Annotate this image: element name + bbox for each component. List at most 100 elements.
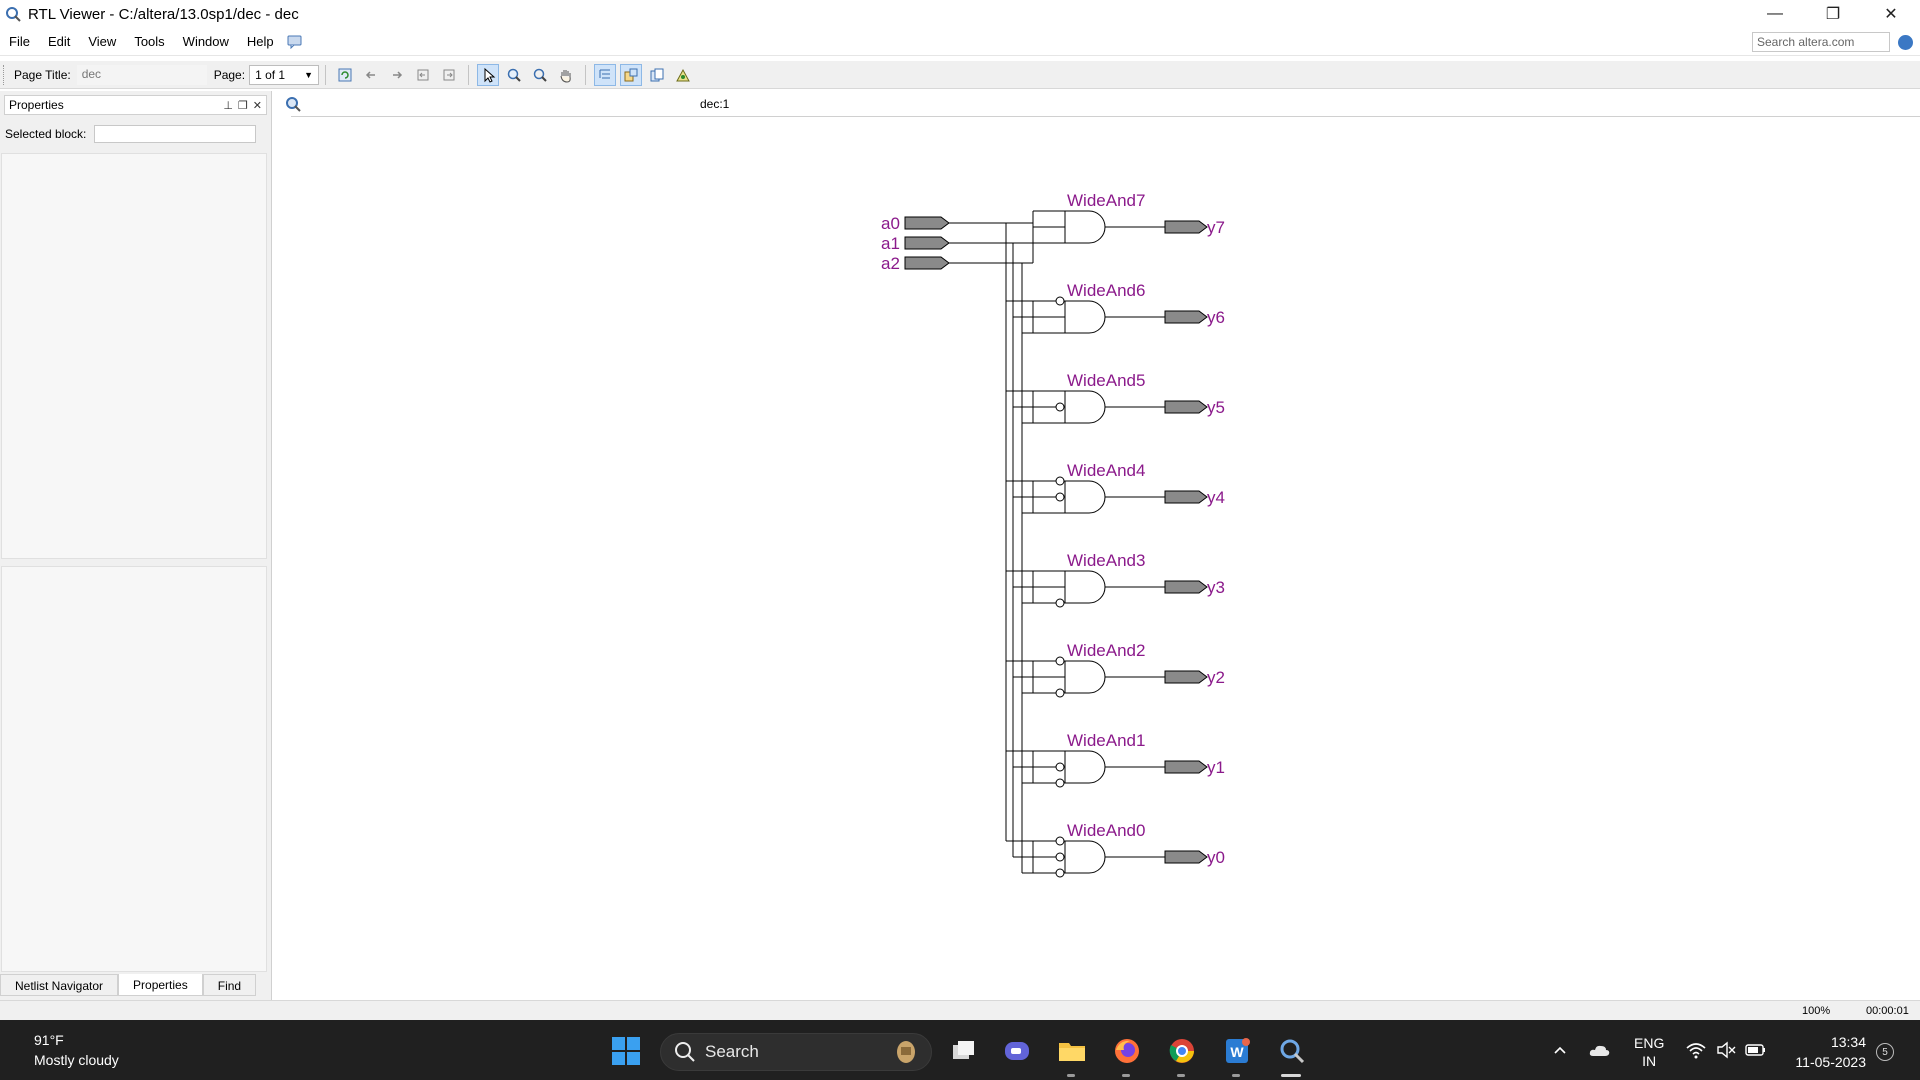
output-label-y1: y1	[1207, 758, 1225, 777]
quartus-icon	[1280, 1039, 1305, 1064]
word-icon: W	[1226, 1038, 1250, 1063]
and-gate-wideand3[interactable]	[1064, 570, 1106, 604]
close-button[interactable]: ✕	[1862, 0, 1920, 28]
wifi-icon[interactable]	[1685, 1040, 1707, 1060]
output-port-y5[interactable]	[1164, 400, 1208, 414]
window-title: RTL Viewer - C:/altera/13.0sp1/dec - dec	[28, 5, 299, 23]
and-gate-wideand5[interactable]	[1064, 390, 1106, 424]
menu-tools[interactable]: Tools	[125, 34, 173, 49]
selected-block-field[interactable]	[94, 125, 257, 143]
menu-view[interactable]: View	[79, 34, 125, 49]
clock[interactable]: 13:34 11-05-2023	[1780, 1032, 1866, 1072]
firefox-button[interactable]	[1110, 1034, 1144, 1068]
tab-properties[interactable]: Properties	[118, 974, 203, 996]
page-forward-button[interactable]	[438, 64, 460, 86]
quartus-button[interactable]	[1275, 1034, 1309, 1068]
input-port-a0[interactable]	[904, 216, 950, 230]
schematic-svg[interactable]: a0a1a2 WideAnd7 y7 WideAnd6 y6 WideAnd5 y5 Wide…	[273, 117, 1920, 1000]
selected-block-row: Selected block:	[5, 125, 271, 143]
file-explorer-button[interactable]	[1055, 1034, 1089, 1068]
page-select[interactable]: 1 of 1 ▼	[249, 64, 320, 85]
copy-button[interactable]	[646, 64, 668, 86]
globe-icon[interactable]	[1898, 35, 1913, 50]
output-port-y0[interactable]	[1164, 850, 1208, 864]
input-port-a2[interactable]	[904, 256, 950, 270]
list-tree-icon	[599, 69, 611, 78]
back-button[interactable]	[360, 64, 382, 86]
search-altera-input[interactable]: Search altera.com	[1752, 32, 1890, 52]
inverter-bubble	[1055, 836, 1065, 846]
volume-muted-icon[interactable]	[1715, 1040, 1737, 1060]
and-gate-wideand0[interactable]	[1064, 840, 1106, 874]
export-button[interactable]	[672, 64, 694, 86]
output-label-y3: y3	[1207, 578, 1225, 597]
output-port-y1[interactable]	[1164, 760, 1208, 774]
start-button[interactable]	[609, 1034, 643, 1068]
refresh-button[interactable]	[334, 64, 356, 86]
clock-date: 11-05-2023	[1795, 1054, 1866, 1070]
and-gate-wideand2[interactable]	[1064, 660, 1106, 694]
netlist-icon	[624, 68, 638, 81]
teams-chat-button[interactable]	[1000, 1034, 1034, 1068]
hierarchy-list-button[interactable]	[594, 63, 617, 86]
feedback-icon[interactable]	[287, 35, 303, 49]
netlist-view-button[interactable]	[620, 63, 643, 86]
menu-edit[interactable]: Edit	[39, 34, 79, 49]
gate-label-wideand1: WideAnd1	[1067, 731, 1145, 750]
minimize-button[interactable]: —	[1746, 0, 1804, 28]
and-gate-wideand4[interactable]	[1064, 480, 1106, 514]
word-button[interactable]: W	[1220, 1034, 1254, 1068]
onedrive-cloud-icon[interactable]	[1588, 1040, 1612, 1060]
zoom-fit-icon	[533, 68, 547, 82]
language-indicator[interactable]: ENG IN	[1634, 1034, 1664, 1070]
weather-condition: Mostly cloudy	[34, 1052, 119, 1068]
output-port-y2[interactable]	[1164, 670, 1208, 684]
gate-label-wideand6: WideAnd6	[1067, 281, 1145, 300]
notification-badge[interactable]: 5	[1876, 1043, 1894, 1061]
selection-tool-button[interactable]	[477, 63, 500, 86]
toolbar-grip[interactable]	[3, 64, 7, 85]
task-view-button[interactable]	[946, 1034, 980, 1068]
gate-label-wideand4: WideAnd4	[1067, 461, 1145, 480]
chevron-up-icon[interactable]	[1552, 1042, 1568, 1058]
language-region: IN	[1642, 1053, 1657, 1069]
inverter-bubble	[1055, 656, 1065, 666]
schematic-canvas[interactable]: a0 a1 a2 WideAnd7 y7 WideAnd6 y6 WideAnd5 y5 Wide…	[273, 117, 1920, 1000]
float-icon[interactable]: ❐	[238, 99, 248, 112]
zoom-tool-button[interactable]	[503, 64, 525, 86]
close-panel-icon[interactable]: ✕	[253, 99, 262, 112]
tab-netlist-navigator[interactable]: Netlist Navigator	[0, 974, 119, 996]
chat-icon	[1005, 1042, 1029, 1060]
fit-to-window-button[interactable]	[529, 64, 551, 86]
and-gate-wideand7[interactable]	[1064, 210, 1106, 244]
hand-tool-button[interactable]	[555, 64, 577, 86]
forward-button[interactable]	[386, 64, 408, 86]
output-port-y7[interactable]	[1164, 220, 1208, 234]
menu-file[interactable]: File	[0, 34, 39, 49]
language-code: ENG	[1634, 1035, 1665, 1051]
and-gate-wideand1[interactable]	[1064, 750, 1106, 784]
tab-dec[interactable]: dec:1	[291, 91, 1099, 117]
battery-icon[interactable]	[1745, 1042, 1767, 1058]
chrome-button[interactable]	[1165, 1034, 1199, 1068]
page-back-button[interactable]	[412, 64, 434, 86]
output-port-y6[interactable]	[1164, 310, 1208, 324]
search-icon	[675, 1042, 695, 1062]
maximize-button[interactable]: ❐	[1804, 0, 1862, 28]
page-label: Page:	[213, 67, 246, 82]
page-title-field[interactable]: dec	[76, 64, 207, 85]
output-port-y3[interactable]	[1164, 580, 1208, 594]
menu-help[interactable]: Help	[238, 34, 283, 49]
weather-widget[interactable]: 91°F Mostly cloudy	[34, 1030, 119, 1070]
and-gate-wideand6[interactable]	[1064, 300, 1106, 334]
input-port-a1[interactable]	[904, 236, 950, 250]
pin-icon[interactable]: ⊥	[223, 99, 233, 112]
menu-window[interactable]: Window	[174, 34, 238, 49]
taskbar-search[interactable]: Search	[660, 1033, 932, 1071]
page-back-icon	[417, 69, 429, 80]
windows-taskbar: 91°F Mostly cloudy Search W ENG IN 13:34…	[0, 1020, 1920, 1080]
properties-title: Properties	[9, 98, 64, 112]
word-running-indicator	[1232, 1074, 1240, 1077]
tab-find[interactable]: Find	[202, 974, 257, 996]
output-port-y4[interactable]	[1164, 490, 1208, 504]
